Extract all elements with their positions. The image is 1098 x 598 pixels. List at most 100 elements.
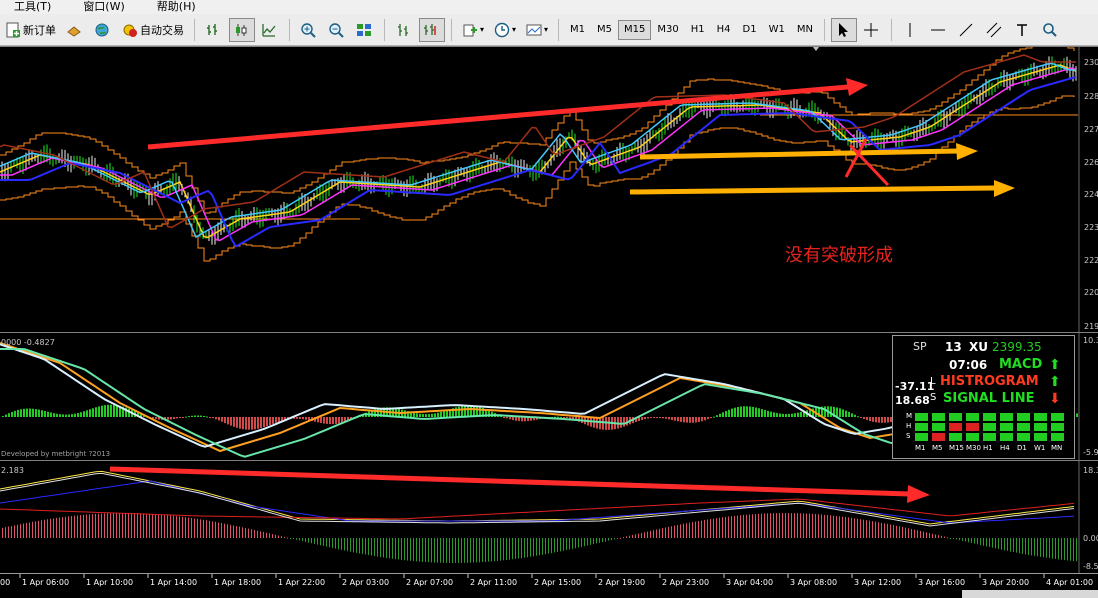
lower-histogram-bar [677,524,678,538]
lower-histogram-bar [377,538,378,557]
lower-histogram-bar [728,516,729,538]
macd-histogram-bar [167,417,169,420]
lower-histogram-bar [251,529,252,538]
lower-histogram-bar [491,538,492,562]
macd-histogram-bar [62,414,64,417]
macd-histogram-bar [602,417,604,430]
lower-indicator-chart[interactable]: 2.183 18.3 0.00 -8.5 [0,461,1098,574]
lower-histogram-bar [419,538,420,562]
main-price-chart[interactable]: 没有突破形成 230 228 227 226 224 223 222 220 219 [0,42,1098,333]
lower-histogram-bar [278,535,279,538]
lower-histogram-bar [167,515,168,538]
lower-histogram-bar [644,532,645,538]
lower-histogram-bar [26,522,27,538]
lower-histogram-bar [572,538,573,549]
timeframe-h4[interactable]: H4 [711,20,737,40]
timeframe-d1[interactable]: D1 [737,20,763,40]
lower-histogram-bar [410,538,411,561]
macd-histogram-bar [323,417,325,424]
lower-histogram-bar [242,527,243,538]
macd-histogram-bar [719,413,721,417]
lower-histogram-bar [215,521,216,538]
menu-tools[interactable]: 工具(T) [14,0,51,14]
vertical-line-button[interactable] [898,18,924,42]
text-button[interactable] [1010,18,1036,42]
lower-histogram-bar [575,538,576,549]
grid-timeframe-label: M15 [949,444,964,452]
templates-icon [526,24,542,35]
price-scale-label: 224 [1084,190,1098,199]
search-button[interactable] [1038,18,1064,42]
lower-histogram-bar [35,521,36,538]
macd-histogram-bar [221,417,223,422]
horizontal-line-button[interactable] [926,18,952,42]
lower-histogram-bar [386,538,387,558]
time-axis-label: 00 [0,578,10,587]
crosshair-button[interactable] [859,18,885,42]
macd-histogram-bar [68,414,70,417]
lower-histogram-bar [1022,538,1023,554]
timeframe-m30[interactable]: M30 [651,20,684,40]
timeframe-m15[interactable]: M15 [618,19,652,40]
chart-shift-button[interactable] [391,18,417,42]
history-button[interactable] [62,18,88,42]
macd-histogram-bar [155,417,157,420]
horizontal-scrollbar[interactable] [962,590,1098,598]
signal-cell [915,433,928,441]
indicators-button[interactable]: ▾ [458,18,488,42]
new-order-button[interactable]: 新订单 [1,18,60,42]
macd-histogram-bar [437,412,439,417]
lower-indicator-panel[interactable]: 2.183 18.3 0.00 -8.5 [0,460,1098,574]
autoscroll-button[interactable] [419,17,445,42]
lower-histogram-bar [761,513,762,538]
macd-histogram-bar [101,405,103,417]
line-chart-button[interactable] [257,18,283,42]
signal-cell [1034,433,1047,441]
chart-shift-marker[interactable] [813,47,819,51]
equidistant-channel-icon [986,22,1002,37]
lower-histogram-bar [692,522,693,538]
periods-button[interactable]: ▾ [490,18,520,42]
menu-help[interactable]: 帮助(H) [157,0,196,14]
auto-trade-button[interactable]: 自动交易 [118,18,188,42]
lower-histogram-bar [797,513,798,538]
macd-histogram-bar [239,417,241,429]
lower-histogram-bar [116,513,117,538]
macd-histogram-bar [668,417,670,420]
lower-histogram-bar [212,521,213,538]
lower-histogram-bar [299,538,300,541]
lower-histogram-bar [755,513,756,538]
lower-histogram-bar [389,538,390,559]
main-chart-panel[interactable]: 没有突破形成 230 228 227 226 224 223 222 220 219 [0,42,1098,333]
timeframe-mn[interactable]: MN [791,20,819,40]
lower-histogram-bar [731,516,732,538]
trendline-button[interactable] [954,18,980,42]
lower-histogram-bar [257,530,258,538]
bar-chart-button[interactable] [201,18,227,42]
candlestick-button[interactable] [229,17,255,42]
macd-histogram-bar [686,417,688,423]
templates-button[interactable]: ▾ [522,18,552,42]
signal-cell [1051,433,1064,441]
tile-windows-button[interactable] [352,18,378,42]
lower-histogram-bar [2,527,3,538]
lower-histogram-bar [785,513,786,538]
timeframe-m1[interactable]: M1 [564,20,591,40]
zoom-in-button[interactable] [296,18,322,42]
equidistant-channel-button[interactable] [982,18,1008,42]
macd-histogram-bar [173,417,175,419]
zoom-out-button[interactable] [324,18,350,42]
cursor-button[interactable] [830,17,857,42]
menu-window[interactable]: 窗口(W) [83,0,124,14]
lower-histogram-bar [674,525,675,538]
lower-histogram-bar [449,538,450,563]
timeframe-h1[interactable]: H1 [685,20,711,40]
macd-scale-bottom: -5.9 [1083,448,1098,457]
macd-histogram-bar [734,407,736,417]
macd-histogram-bar [722,412,724,417]
macd-histogram-bar [20,409,22,417]
timeframe-m5[interactable]: M5 [591,20,618,40]
timeframe-w1[interactable]: W1 [763,20,791,40]
lower-histogram-bar [884,523,885,538]
globe-button[interactable] [90,18,116,42]
